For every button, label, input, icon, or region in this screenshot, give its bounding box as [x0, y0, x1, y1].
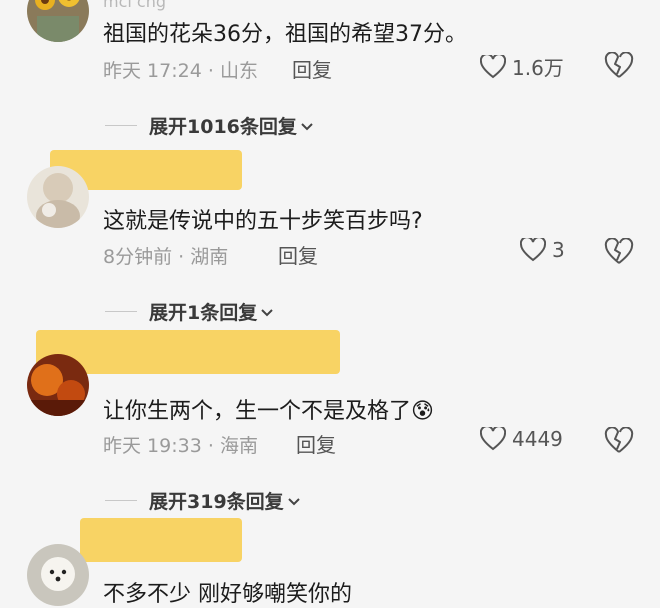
expand-replies-button[interactable]: 展开1条回复	[105, 298, 275, 325]
meta-separator: ·	[178, 246, 191, 268]
comment-text: 祖国的花朵36分，祖国的希望37分。	[103, 22, 467, 47]
chevron-down-icon	[287, 497, 300, 505]
expand-replies-label: 展开1016条回复	[149, 116, 297, 138]
commenter-name[interactable]: ⅿⅽⅼ ⅽng	[103, 0, 166, 11]
broken-heart-icon[interactable]	[604, 238, 634, 266]
like-count: 1.6万	[512, 56, 564, 80]
comment-location: 湖南	[190, 246, 229, 268]
expand-replies-button[interactable]: 展开319条回复	[105, 487, 302, 514]
anxious-face-emoji: 😰	[411, 399, 434, 424]
redacted-name	[80, 518, 242, 562]
expand-replies-button[interactable]: 展开1016条回复	[105, 112, 315, 139]
like-button[interactable]: 4449	[480, 427, 563, 451]
reply-button[interactable]: 回复	[296, 429, 336, 458]
comment-location: 山东	[219, 60, 258, 82]
meta-separator: ·	[207, 60, 220, 82]
avatar[interactable]	[27, 0, 89, 42]
like-button[interactable]: 3	[520, 238, 565, 262]
like-button[interactable]: 1.6万	[480, 52, 564, 81]
comment-location: 海南	[219, 435, 258, 457]
divider-line	[105, 311, 137, 312]
divider-line	[105, 125, 137, 126]
avatar[interactable]	[27, 354, 89, 416]
avatar[interactable]	[27, 544, 89, 606]
comment-meta: 昨天 19:33 · 海南	[103, 431, 258, 458]
comment-text: 不多不少 刚好够嘲笑你的	[103, 582, 352, 607]
reply-button[interactable]: 回复	[292, 54, 332, 83]
comment-text-content: 让你生两个，生一个不是及格了	[103, 399, 412, 424]
divider-line	[105, 500, 137, 501]
broken-heart-icon[interactable]	[604, 52, 634, 80]
broken-heart-icon[interactable]	[604, 427, 634, 455]
expand-replies-label: 展开1条回复	[149, 302, 258, 324]
expand-replies-label: 展开319条回复	[149, 491, 284, 513]
comment-meta: 8分钟前 · 湖南	[103, 242, 228, 269]
heart-outline-icon	[520, 238, 546, 262]
comment-meta: 昨天 17:24 · 山东	[103, 56, 258, 83]
chevron-down-icon	[301, 122, 313, 130]
reply-button[interactable]: 回复	[278, 240, 318, 269]
comment-text: 让你生两个，生一个不是及格了😰	[103, 393, 434, 425]
heart-outline-icon	[480, 427, 506, 451]
like-count: 4449	[512, 427, 563, 451]
heart-outline-icon	[480, 54, 506, 78]
meta-separator: ·	[207, 435, 220, 457]
comment-text: 这就是传说中的五十步笑百步吗?	[103, 209, 423, 234]
comment-time: 昨天 17:24	[103, 60, 202, 82]
chevron-down-icon	[261, 308, 273, 316]
avatar[interactable]	[27, 166, 89, 228]
comment-time: 昨天 19:33	[103, 435, 202, 457]
comment-time: 8分钟前	[103, 246, 173, 268]
like-count: 3	[552, 238, 565, 262]
